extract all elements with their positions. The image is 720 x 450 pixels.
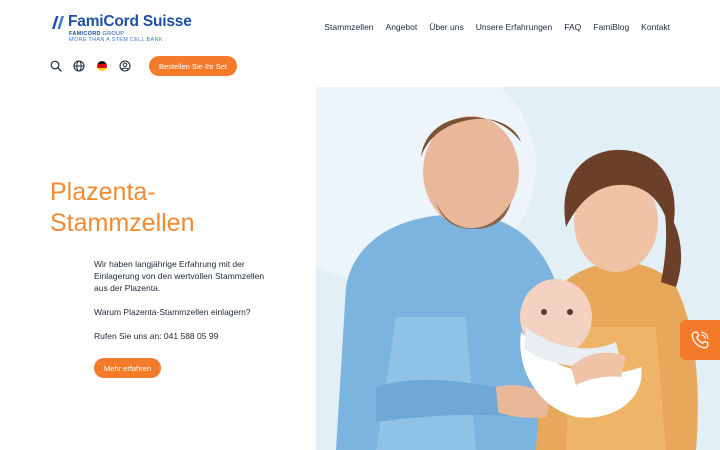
- nav-famiblog[interactable]: FamiBlog: [593, 22, 629, 32]
- user-icon[interactable]: [119, 60, 131, 72]
- order-kit-button[interactable]: Bestellen Sie Ihr Set: [149, 56, 237, 76]
- brand-tagline: MORE THAN A STEM CELL BANK: [69, 37, 163, 43]
- nav-kontakt[interactable]: Kontakt: [641, 22, 670, 32]
- famicord-logo[interactable]: FamiCord Suisse FAMICORD GROUP MORE THAN…: [50, 13, 200, 45]
- brand-name: FamiCord Suisse: [68, 13, 192, 30]
- main-navigation: Stammzellen Angebot Über uns Unsere Erfa…: [324, 22, 670, 32]
- header-tools: Bestellen Sie Ihr Set: [50, 56, 237, 76]
- nav-ueber-uns[interactable]: Über uns: [429, 22, 464, 32]
- search-icon[interactable]: [50, 60, 62, 72]
- hero-title: Plazenta- Stammzellen: [50, 178, 195, 237]
- nav-unsere-erfahrungen[interactable]: Unsere Erfahrungen: [476, 22, 553, 32]
- nav-stammzellen[interactable]: Stammzellen: [324, 22, 373, 32]
- hero-phone: Rufen Sie uns an: 041 588 05 99: [94, 331, 219, 341]
- learn-more-button[interactable]: Mehr erfahren: [94, 358, 162, 378]
- nav-angebot[interactable]: Angebot: [386, 22, 418, 32]
- call-button[interactable]: [680, 320, 720, 360]
- logo-mark-icon: [52, 16, 64, 29]
- nav-faq[interactable]: FAQ: [564, 22, 581, 32]
- hero-description: Wir haben langjährige Erfahrung mit der …: [94, 258, 274, 354]
- german-flag-icon[interactable]: [96, 60, 108, 72]
- phone-icon: [691, 331, 709, 349]
- globe-icon[interactable]: [73, 60, 85, 72]
- hero-paragraph: Wir haben langjährige Erfahrung mit der …: [94, 259, 265, 293]
- hero-family-photo: [316, 87, 720, 450]
- hero-question: Warum Plazenta-Stammzellen einlagern?: [94, 307, 251, 317]
